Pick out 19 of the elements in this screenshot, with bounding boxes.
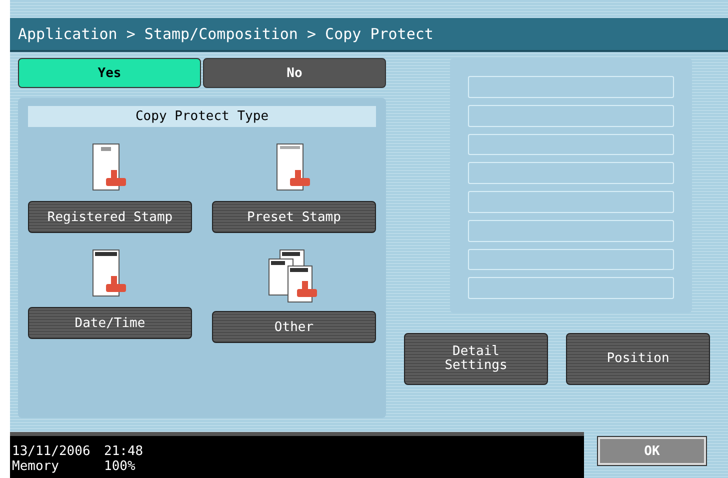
breadcrumb-title: Application > Stamp/Composition > Copy Protect <box>10 18 728 52</box>
status-time: 21:48 <box>104 444 144 459</box>
stamp-document-icon <box>276 143 312 193</box>
stamp-document-icon <box>92 143 128 193</box>
stamp-type-button[interactable]: Preset Stamp <box>212 201 376 233</box>
panel-title: Copy Protect Type <box>28 106 376 127</box>
action-button[interactable]: Position <box>566 333 710 385</box>
stamp-type-button[interactable]: Registered Stamp <box>28 201 192 233</box>
ok-button[interactable]: OK <box>598 437 706 465</box>
memory-value: 100% <box>104 459 136 474</box>
memory-label: Memory <box>12 459 59 474</box>
action-button[interactable]: Detail Settings <box>404 333 548 385</box>
stamp-type-button[interactable]: Other <box>212 311 376 343</box>
stamp-document-icon <box>92 249 128 299</box>
toggle-button[interactable]: No <box>203 58 386 88</box>
toggle-button[interactable]: Yes <box>18 58 201 88</box>
stamp-type-button[interactable]: Date/Time <box>28 307 192 339</box>
stamped-documents-icon <box>268 249 320 303</box>
status-date: 13/11/2006 <box>12 444 90 459</box>
